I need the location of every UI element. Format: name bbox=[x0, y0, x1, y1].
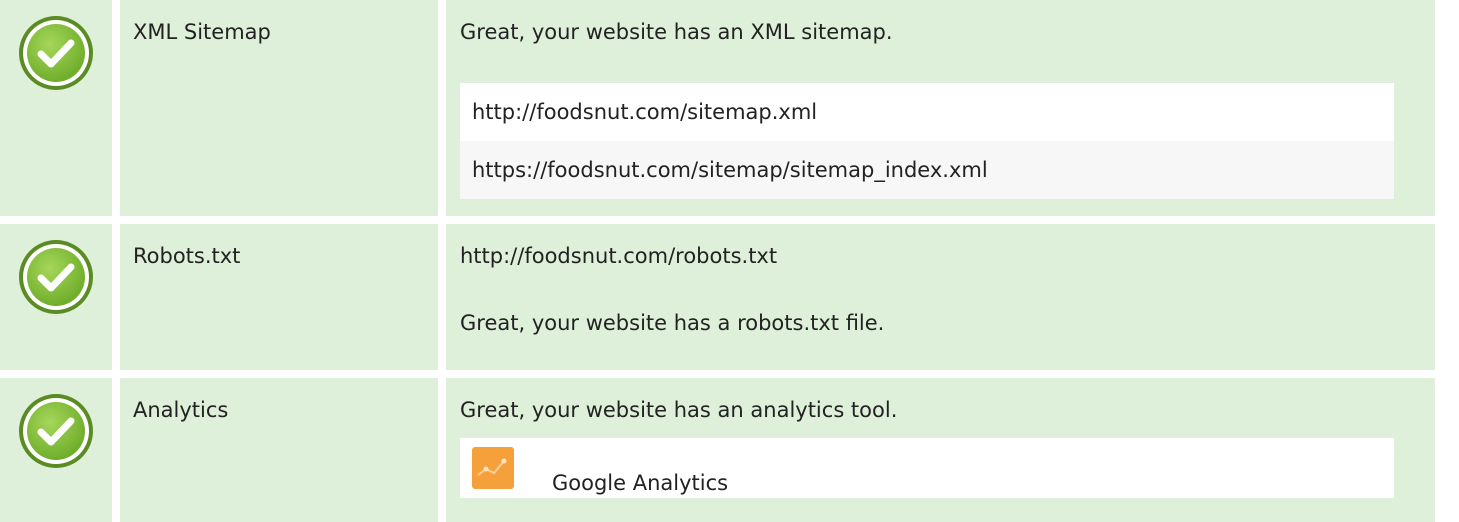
check-name: XML Sitemap bbox=[133, 20, 271, 44]
check-name-cell: Robots.txt bbox=[120, 224, 438, 370]
check-circle-icon bbox=[19, 240, 93, 314]
analytics-tool-label: Google Analytics bbox=[552, 471, 729, 495]
check-result-cell: Great, your website has an analytics too… bbox=[446, 378, 1435, 522]
check-circle-icon bbox=[19, 394, 93, 468]
result-row-robots: Robots.txt http://foodsnut.com/robots.tx… bbox=[0, 224, 1435, 370]
status-cell bbox=[0, 0, 112, 216]
status-cell bbox=[0, 224, 112, 370]
result-row-analytics: Analytics Great, your website has an ana… bbox=[0, 378, 1435, 522]
sitemap-link[interactable]: https://foodsnut.com/sitemap/sitemap_ind… bbox=[460, 141, 1394, 199]
result-message: Great, your website has a robots.txt fil… bbox=[460, 311, 885, 335]
result-message: Great, your website has an analytics too… bbox=[460, 398, 898, 422]
sitemap-link[interactable]: http://foodsnut.com/sitemap.xml bbox=[460, 83, 1394, 141]
google-analytics-icon bbox=[472, 447, 514, 489]
check-name-cell: XML Sitemap bbox=[120, 0, 438, 216]
result-message: Great, your website has an XML sitemap. bbox=[460, 20, 893, 44]
scrollbar-gutter bbox=[1437, 0, 1459, 522]
check-circle-icon bbox=[19, 16, 93, 90]
check-name-cell: Analytics bbox=[120, 378, 438, 522]
result-row-xml-sitemap: XML Sitemap Great, your website has an X… bbox=[0, 0, 1435, 216]
analytics-tool-item: Google Analytics bbox=[460, 438, 1394, 498]
robots-url[interactable]: http://foodsnut.com/robots.txt bbox=[460, 241, 777, 271]
status-cell bbox=[0, 378, 112, 522]
sitemap-list: http://foodsnut.com/sitemap.xml https://… bbox=[460, 83, 1394, 199]
check-name: Analytics bbox=[133, 398, 229, 422]
seo-results-table: XML Sitemap Great, your website has an X… bbox=[0, 0, 1435, 522]
check-name: Robots.txt bbox=[133, 244, 241, 268]
check-result-cell: http://foodsnut.com/robots.txt Great, yo… bbox=[446, 224, 1435, 370]
check-result-cell: Great, your website has an XML sitemap. … bbox=[446, 0, 1435, 216]
